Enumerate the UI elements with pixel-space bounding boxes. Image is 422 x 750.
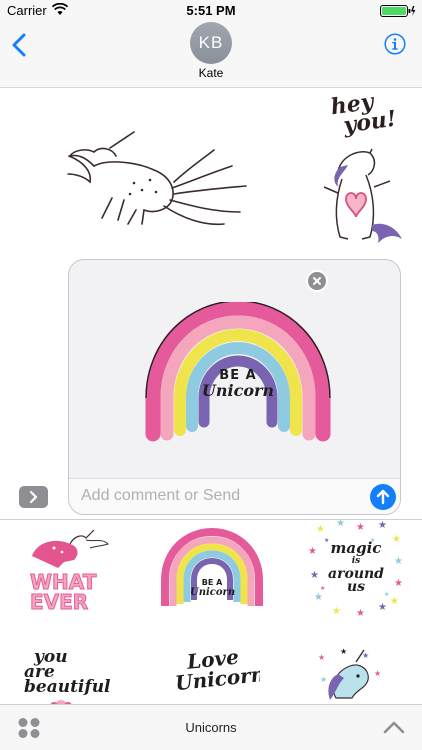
sticker-magic-is-around-us[interactable]: ★ ★ ★ ★ ★ ★ ★ ★ ★ ★ ★ ★ ★ ★ ★ ★ ★ ★ magic is around… — [306, 520, 404, 618]
svg-text:★: ★ — [336, 520, 345, 529]
svg-text:★: ★ — [356, 608, 365, 618]
contact-name[interactable]: Kate — [0, 66, 422, 80]
conversation-header: KB Kate — [0, 22, 422, 88]
sticker-text-magic: magic — [330, 539, 382, 557]
svg-text:★: ★ — [308, 546, 317, 557]
remove-sticker-button[interactable] — [306, 270, 328, 292]
unicorn-heart-illustration — [323, 148, 402, 243]
expand-apps-button[interactable] — [19, 486, 48, 508]
info-icon[interactable] — [384, 33, 406, 55]
svg-text:★: ★ — [378, 520, 387, 531]
close-icon — [313, 277, 321, 285]
sticker-hey-you[interactable]: hey you! — [318, 89, 404, 253]
svg-text:★: ★ — [356, 522, 365, 533]
svg-text:★: ★ — [310, 570, 319, 581]
comment-input[interactable]: Add comment or Send — [81, 487, 240, 505]
back-chevron-icon[interactable] — [11, 33, 29, 57]
svg-text:★: ★ — [316, 524, 325, 535]
flying-unicorn-illustration — [32, 529, 109, 568]
svg-text:★: ★ — [378, 602, 387, 613]
arrow-up-icon — [376, 489, 390, 505]
sticker-drawer: WHAT EVER BE A Unicorn ★★★ ★★★ ★★★ — [0, 519, 422, 705]
sticker-text-unicorn: Unicorn — [201, 381, 275, 400]
svg-text:★: ★ — [340, 648, 347, 656]
sticker-text-beautiful: beautiful — [24, 677, 111, 697]
svg-text:★: ★ — [374, 669, 381, 678]
sticker-what-ever[interactable]: WHAT EVER — [24, 526, 110, 620]
sticker-text-what: WHAT — [30, 570, 97, 594]
svg-text:★: ★ — [394, 556, 403, 567]
sticker-unicorn-running[interactable] — [64, 128, 252, 228]
sticker-compose-card: BE A Unicorn Add comment or Send — [68, 259, 401, 515]
svg-text:★: ★ — [390, 596, 399, 607]
sticker-text-ever: EVER — [30, 590, 89, 614]
sticker-love-unicorns[interactable]: Love Unicorns — [168, 648, 260, 705]
chevron-right-icon — [29, 490, 38, 504]
contact-avatar[interactable]: KB — [190, 22, 232, 64]
sticker-unicorn-head[interactable]: ★ ★ ★ ★ ★ — [316, 648, 384, 705]
sticker-pack-title: Unicorns — [185, 720, 237, 735]
chevron-up-icon[interactable] — [383, 720, 405, 734]
send-button[interactable] — [370, 484, 396, 510]
sticker-be-a-unicorn[interactable]: BE A Unicorn — [160, 528, 264, 610]
svg-text:★: ★ — [392, 534, 401, 545]
sticker-text-unicorn-small: Unicorn — [190, 587, 236, 598]
svg-text:★: ★ — [320, 675, 327, 684]
status-bar: Carrier 5:51 PM — [0, 0, 422, 22]
compose-bar: Add comment or Send — [69, 478, 400, 514]
svg-text:★: ★ — [318, 653, 325, 662]
svg-text:★: ★ — [332, 606, 341, 617]
battery-icon — [380, 5, 416, 17]
svg-text:★: ★ — [394, 578, 403, 589]
sticker-you-are-beautiful[interactable]: you are beautiful — [18, 648, 114, 705]
unicorn-head-illustration: ★ ★★ ★★ — [318, 648, 381, 700]
app-bottom-bar: Unicorns — [0, 704, 422, 750]
sticker-text-us: us — [346, 579, 366, 595]
status-time: 5:51 PM — [186, 3, 236, 18]
